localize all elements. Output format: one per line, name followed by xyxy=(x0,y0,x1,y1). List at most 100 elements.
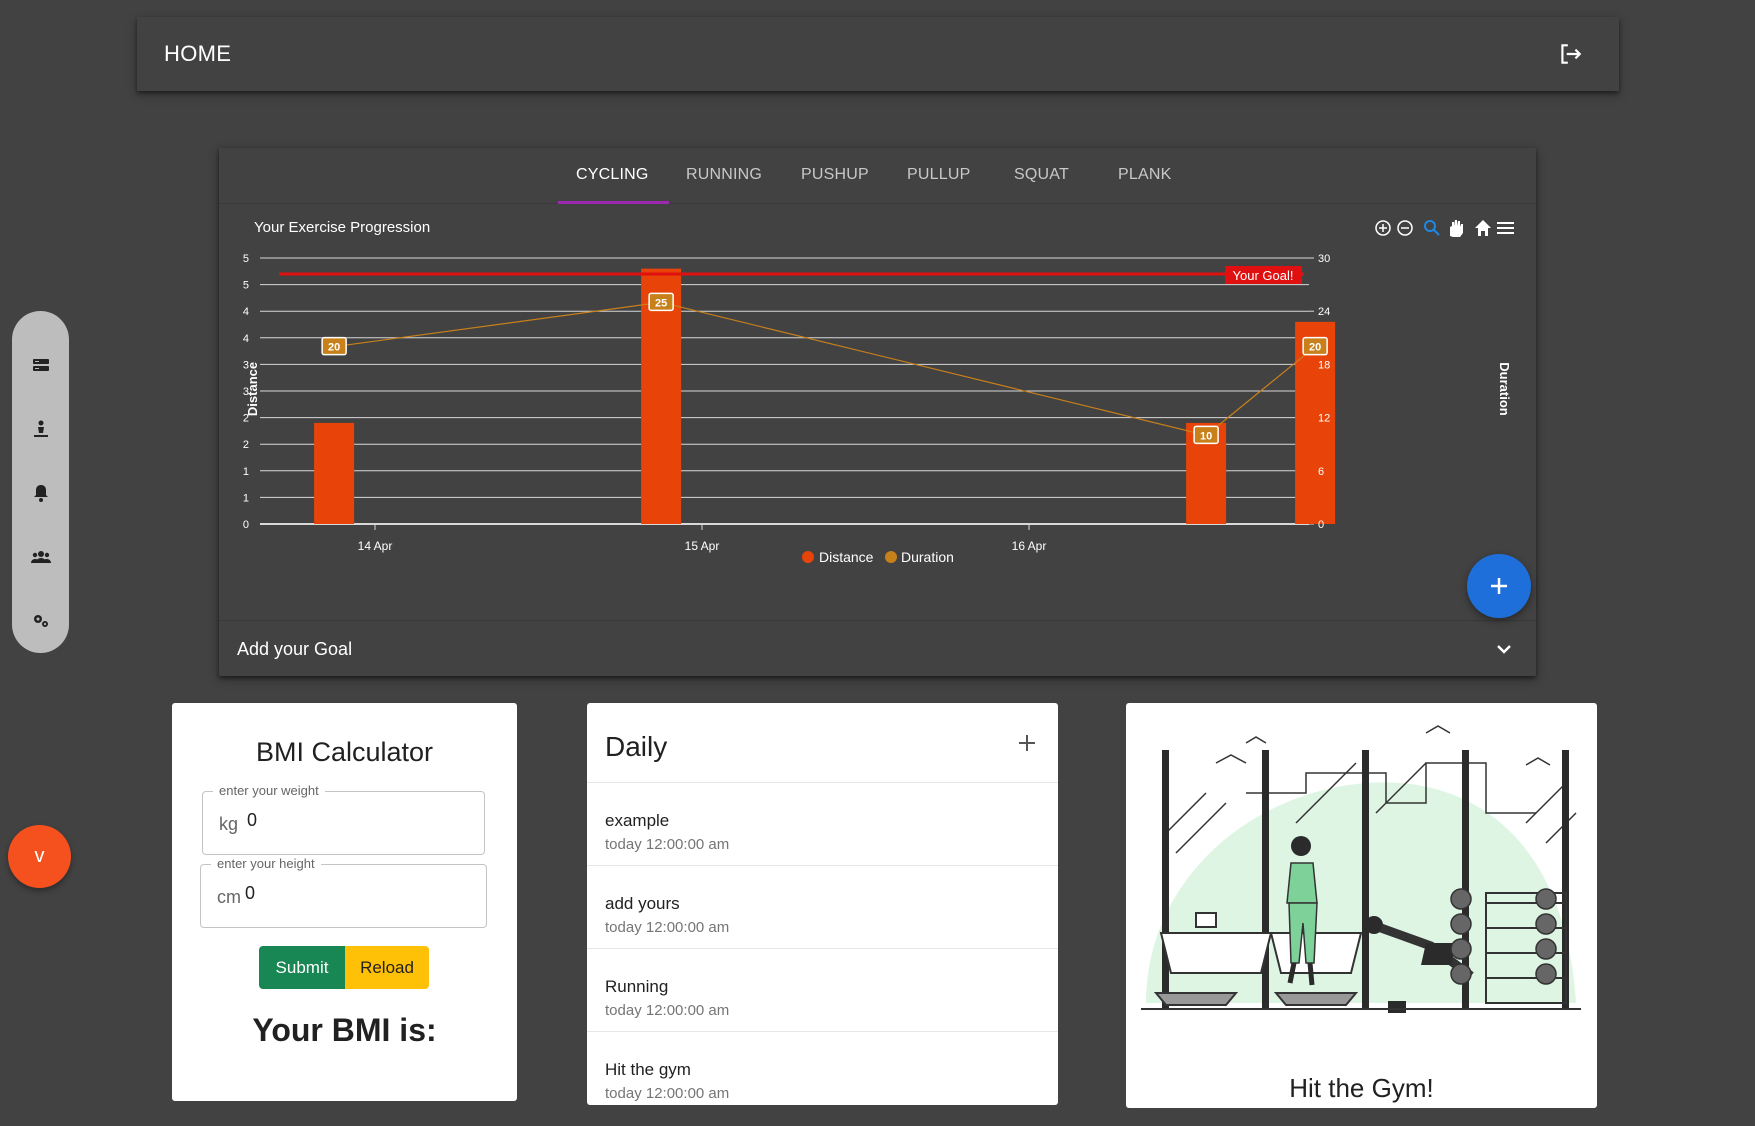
list-item[interactable]: add yours today 12:00:00 am xyxy=(587,866,1058,949)
gym-caption: Hit the Gym! xyxy=(1289,1073,1434,1103)
group-icon xyxy=(30,551,51,563)
y-right-tick-label: 24 xyxy=(1318,306,1330,318)
reset-home-icon[interactable] xyxy=(1475,220,1491,236)
y-left-tick-label: 5 xyxy=(243,280,249,292)
y-right-tick-label: 30 xyxy=(1318,253,1330,265)
y-right-tick-label: 6 xyxy=(1318,466,1324,478)
y-left-tick-label: 5 xyxy=(243,253,249,265)
pan-icon[interactable] xyxy=(1450,220,1463,237)
y-left-tick-label: 2 xyxy=(243,439,249,451)
duration-data-label: 20 xyxy=(328,342,340,354)
goal-label: Your Goal! xyxy=(1233,268,1294,283)
rail-settings-button[interactable] xyxy=(21,589,61,653)
legend-distance-label: Distance xyxy=(819,549,874,565)
daily-card: Daily example today 12:00:00 am add your… xyxy=(587,703,1058,1105)
settings-icon xyxy=(33,615,48,627)
daily-title: Daily xyxy=(605,731,668,762)
add-goal-label: Add your Goal xyxy=(237,639,353,659)
tab-plank[interactable]: PLANK xyxy=(1118,166,1171,184)
tab-pullup[interactable]: PULLUP xyxy=(907,166,970,184)
duration-data-label: 20 xyxy=(1309,342,1321,354)
logout-icon[interactable] xyxy=(1557,41,1583,67)
x-tick-label: 14 Apr xyxy=(358,539,393,553)
duration-line xyxy=(334,301,1316,436)
exercise-icon xyxy=(33,420,48,437)
weight-field-legend: enter your weight xyxy=(213,783,325,798)
legend-duration-label: Duration xyxy=(901,549,954,565)
rail-groups-button[interactable] xyxy=(21,525,61,589)
menu-icon[interactable] xyxy=(1497,222,1514,234)
side-rail xyxy=(12,311,69,653)
rail-exercise-button[interactable] xyxy=(21,397,61,461)
weight-unit: kg xyxy=(219,814,239,834)
height-unit: cm xyxy=(217,887,241,907)
daily-item-time: today 12:00:00 am xyxy=(605,836,730,853)
chevron-down-icon[interactable] xyxy=(1494,639,1514,659)
tab-running[interactable]: RUNNING xyxy=(686,166,762,184)
chart-legend: Distance Duration xyxy=(802,549,954,565)
exercise-progression-chart: Your Exercise Progression Distance Durat… xyxy=(243,219,1514,565)
exercise-tabs: CYCLING RUNNING PUSHUP PULLUP SQUAT PLAN… xyxy=(219,148,1536,204)
zoom-out-icon[interactable] xyxy=(1397,220,1413,236)
duration-data-label: 10 xyxy=(1200,430,1212,442)
height-field[interactable]: enter your height cm xyxy=(200,856,487,928)
y-right-tick-label: 18 xyxy=(1318,359,1330,371)
y-right-tick-label: 12 xyxy=(1318,413,1330,425)
x-tick-label: 16 Apr xyxy=(1012,539,1047,553)
daily-item-name: example xyxy=(605,811,670,830)
reload-button[interactable]: Reload xyxy=(345,946,429,989)
notification-bell-icon xyxy=(33,485,48,502)
daily-list: example today 12:00:00 am add yours toda… xyxy=(587,783,1058,1105)
list-item[interactable]: example today 12:00:00 am xyxy=(587,783,1058,866)
bmi-result: Your BMI is: xyxy=(252,1012,437,1048)
add-daily-icon[interactable] xyxy=(1016,732,1038,754)
page-title: HOME xyxy=(164,41,232,66)
y-left-tick-label: 0 xyxy=(243,519,249,531)
y-left-tick-label: 3 xyxy=(243,386,249,398)
y-left-tick-label: 1 xyxy=(243,492,249,504)
weight-input[interactable] xyxy=(247,810,447,831)
rail-dashboard-button[interactable] xyxy=(21,333,61,397)
y-right-axis-label: Duration xyxy=(1497,362,1512,416)
exercise-chart-card: CYCLING RUNNING PUSHUP PULLUP SQUAT PLAN… xyxy=(219,148,1536,676)
chart-toolbar xyxy=(1375,220,1514,237)
daily-item-name: Hit the gym xyxy=(605,1060,691,1079)
bmi-button-group: Submit Reload xyxy=(259,946,429,989)
tab-pushup[interactable]: PUSHUP xyxy=(801,166,869,184)
toggle-v-button[interactable]: v xyxy=(8,825,71,888)
chart-title: Your Exercise Progression xyxy=(254,219,430,236)
submit-button[interactable]: Submit xyxy=(259,946,345,989)
bmi-calculator-card: BMI Calculator enter your weight kg ente… xyxy=(172,703,517,1101)
legend-distance-marker xyxy=(802,551,814,563)
daily-item-time: today 12:00:00 am xyxy=(605,1085,730,1102)
legend-duration-marker xyxy=(885,551,897,563)
gym-illustration xyxy=(1141,725,1581,1013)
app-header: HOME xyxy=(137,17,1619,91)
weight-field[interactable]: enter your weight kg xyxy=(202,783,485,855)
list-item[interactable]: Running today 12:00:00 am xyxy=(587,949,1058,1032)
list-item[interactable]: Hit the gym today 12:00:00 am xyxy=(587,1032,1058,1105)
y-left-tick-label: 2 xyxy=(243,413,249,425)
tab-cycling[interactable]: CYCLING xyxy=(576,166,649,184)
daily-header: Daily xyxy=(587,703,1058,783)
y-left-tick-label: 4 xyxy=(243,306,249,318)
y-left-tick-label: 1 xyxy=(243,466,249,478)
daily-item-name: Running xyxy=(605,977,669,996)
dashboard-icon xyxy=(32,359,49,371)
height-input[interactable] xyxy=(245,883,445,904)
duration-data-label: 25 xyxy=(655,297,667,309)
plus-icon xyxy=(1491,578,1507,594)
y-left-tick-label: 4 xyxy=(243,333,249,345)
y-left-tick-label: 3 xyxy=(243,359,249,371)
selection-zoom-icon[interactable] xyxy=(1424,220,1440,236)
bmi-title: BMI Calculator xyxy=(255,737,434,767)
distance-bar xyxy=(314,422,355,524)
add-goal-panel[interactable]: Add your Goal xyxy=(219,620,1536,676)
zoom-in-icon[interactable] xyxy=(1375,220,1391,236)
rail-notifications-button[interactable] xyxy=(21,461,61,525)
daily-item-time: today 12:00:00 am xyxy=(605,1002,730,1019)
add-exercise-fab[interactable] xyxy=(1467,554,1531,618)
x-tick-label: 15 Apr xyxy=(685,539,720,553)
tab-squat[interactable]: SQUAT xyxy=(1014,166,1069,184)
daily-item-name: add yours xyxy=(605,894,680,913)
